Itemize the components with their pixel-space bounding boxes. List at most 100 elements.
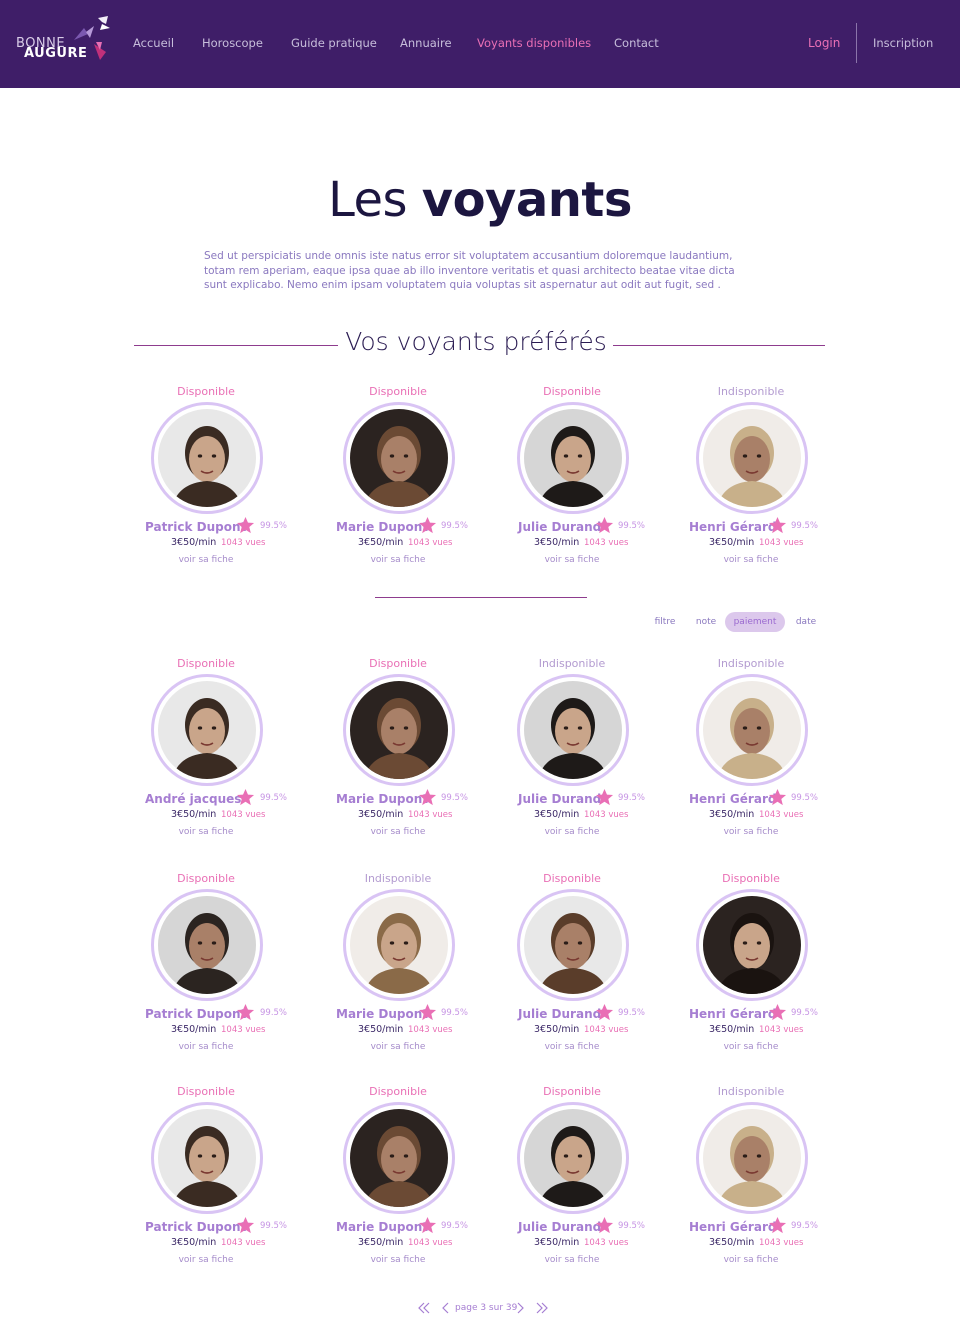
avatar[interactable] (350, 1109, 448, 1207)
seer-card[interactable]: Disponible André jacques 99.5% 3€50/min … (121, 657, 291, 847)
double-chevron-left-icon[interactable] (417, 1301, 431, 1319)
price-per-minute: 3€50/min (534, 809, 580, 820)
seer-name[interactable]: Marie Dupont (336, 1220, 428, 1234)
seer-name[interactable]: Julie Durand (518, 1220, 601, 1234)
view-profile-link[interactable]: voir sa fiche (487, 1042, 657, 1052)
view-profile-link[interactable]: voir sa fiche (121, 1255, 291, 1265)
seer-name[interactable]: Patrick Dupont (145, 1220, 246, 1234)
avatar[interactable] (158, 1109, 256, 1207)
seer-name[interactable]: Henri Gérard (689, 792, 776, 806)
avatar[interactable] (703, 409, 801, 507)
filter-note[interactable]: note (692, 612, 720, 632)
filter-filtre[interactable]: filtre (650, 612, 680, 632)
view-profile-link[interactable]: voir sa fiche (313, 1255, 483, 1265)
seer-card[interactable]: Disponible Julie Durand 99.5% 3€50/min 1… (487, 872, 657, 1062)
view-profile-link[interactable]: voir sa fiche (313, 1042, 483, 1052)
rating-value: 99.5% (791, 1008, 819, 1018)
seer-name[interactable]: Henri Gérard (689, 1007, 776, 1021)
rating-value: 99.5% (260, 521, 288, 531)
signup-link[interactable]: Inscription (873, 36, 933, 50)
seer-name[interactable]: Patrick Dupont (145, 1007, 246, 1021)
double-chevron-right-icon[interactable] (535, 1301, 549, 1319)
view-profile-link[interactable]: voir sa fiche (666, 1042, 836, 1052)
avatar[interactable] (350, 896, 448, 994)
rating-value: 99.5% (260, 793, 288, 803)
seer-name[interactable]: Henri Gérard (689, 520, 776, 534)
seer-name[interactable]: Marie Dupont (336, 792, 428, 806)
star-icon (768, 788, 787, 806)
seer-name[interactable]: Marie Dupont (336, 520, 428, 534)
avatar[interactable] (524, 1109, 622, 1207)
rating-value: 99.5% (441, 793, 469, 803)
avatar[interactable] (350, 409, 448, 507)
view-count: 1043 vues (759, 1238, 804, 1248)
avatar[interactable] (158, 681, 256, 779)
brand-logo[interactable]: BONNE AUGURE (14, 14, 114, 64)
view-profile-link[interactable]: voir sa fiche (313, 555, 483, 565)
nav-annuaire[interactable]: Annuaire (400, 36, 452, 50)
view-profile-link[interactable]: voir sa fiche (666, 827, 836, 837)
nav-horoscope[interactable]: Horoscope (202, 36, 263, 50)
nav-voyants-disponibles[interactable]: Voyants disponibles (477, 36, 591, 50)
view-profile-link[interactable]: voir sa fiche (666, 555, 836, 565)
avatar[interactable] (524, 409, 622, 507)
seer-card[interactable]: Indisponible Marie Dupont 99.5% 3€50/min… (313, 872, 483, 1062)
availability-status: Indisponible (364, 872, 432, 885)
page-title-bold: voyants (421, 172, 633, 228)
seer-card[interactable]: Disponible Marie Dupont 99.5% 3€50/min 1… (313, 385, 483, 575)
star-icon (236, 1003, 255, 1021)
view-profile-link[interactable]: voir sa fiche (121, 827, 291, 837)
seer-name[interactable]: Julie Durand (518, 792, 601, 806)
availability-status: Disponible (177, 657, 235, 670)
seer-card[interactable]: Disponible Julie Durand 99.5% 3€50/min 1… (487, 385, 657, 575)
seer-card[interactable]: Indisponible Henri Gérard 99.5% 3€50/min… (666, 657, 836, 847)
availability-status: Disponible (177, 1085, 235, 1098)
view-profile-link[interactable]: voir sa fiche (121, 1042, 291, 1052)
seer-card[interactable]: Disponible Marie Dupont 99.5% 3€50/min 1… (313, 1085, 483, 1275)
view-profile-link[interactable]: voir sa fiche (487, 1255, 657, 1265)
avatar[interactable] (524, 681, 622, 779)
avatar[interactable] (158, 409, 256, 507)
chevron-right-icon[interactable] (516, 1301, 526, 1319)
seer-card[interactable]: Disponible Julie Durand 99.5% 3€50/min 1… (487, 1085, 657, 1275)
nav-accueil[interactable]: Accueil (133, 36, 174, 50)
seer-card[interactable]: Disponible Patrick Dupont 99.5% 3€50/min… (121, 385, 291, 575)
page-title-light: Les (328, 172, 422, 228)
view-profile-link[interactable]: voir sa fiche (121, 555, 291, 565)
view-profile-link[interactable]: voir sa fiche (313, 827, 483, 837)
seer-name[interactable]: Julie Durand (518, 1007, 601, 1021)
filter-paiement[interactable]: paiement (725, 612, 785, 632)
avatar[interactable] (703, 896, 801, 994)
seer-name[interactable]: Marie Dupont (336, 1007, 428, 1021)
portrait-icon (350, 681, 448, 779)
avatar[interactable] (158, 896, 256, 994)
avatar[interactable] (703, 681, 801, 779)
star-icon (595, 1216, 614, 1234)
nav-contact[interactable]: Contact (614, 36, 659, 50)
seer-card[interactable]: Indisponible Julie Durand 99.5% 3€50/min… (487, 657, 657, 847)
seer-card[interactable]: Indisponible Henri Gérard 99.5% 3€50/min… (666, 1085, 836, 1275)
avatar[interactable] (350, 681, 448, 779)
seer-card[interactable]: Disponible Marie Dupont 99.5% 3€50/min 1… (313, 657, 483, 847)
seer-card[interactable]: Disponible Henri Gérard 99.5% 3€50/min 1… (666, 872, 836, 1062)
view-profile-link[interactable]: voir sa fiche (666, 1255, 836, 1265)
chevron-left-icon[interactable] (440, 1301, 450, 1319)
view-profile-link[interactable]: voir sa fiche (487, 555, 657, 565)
view-count: 1043 vues (408, 1025, 453, 1035)
filter-date[interactable]: date (792, 612, 820, 632)
seer-name[interactable]: Patrick Dupont (145, 520, 246, 534)
portrait-icon (158, 681, 256, 779)
avatar[interactable] (703, 1109, 801, 1207)
avatar[interactable] (524, 896, 622, 994)
seer-card[interactable]: Disponible Patrick Dupont 99.5% 3€50/min… (121, 872, 291, 1062)
seer-card[interactable]: Indisponible Henri Gérard 99.5% 3€50/min… (666, 385, 836, 575)
view-profile-link[interactable]: voir sa fiche (487, 827, 657, 837)
seer-name[interactable]: Julie Durand (518, 520, 601, 534)
seer-name[interactable]: André jacques (145, 792, 241, 806)
seer-card[interactable]: Disponible Patrick Dupont 99.5% 3€50/min… (121, 1085, 291, 1275)
nav-guide-pratique[interactable]: Guide pratique (291, 36, 377, 50)
rating-value: 99.5% (441, 521, 469, 531)
seer-name[interactable]: Henri Gérard (689, 1220, 776, 1234)
intro-paragraph: Sed ut perspiciatis unde omnis iste natu… (204, 250, 735, 291)
login-link[interactable]: Login (808, 36, 840, 50)
